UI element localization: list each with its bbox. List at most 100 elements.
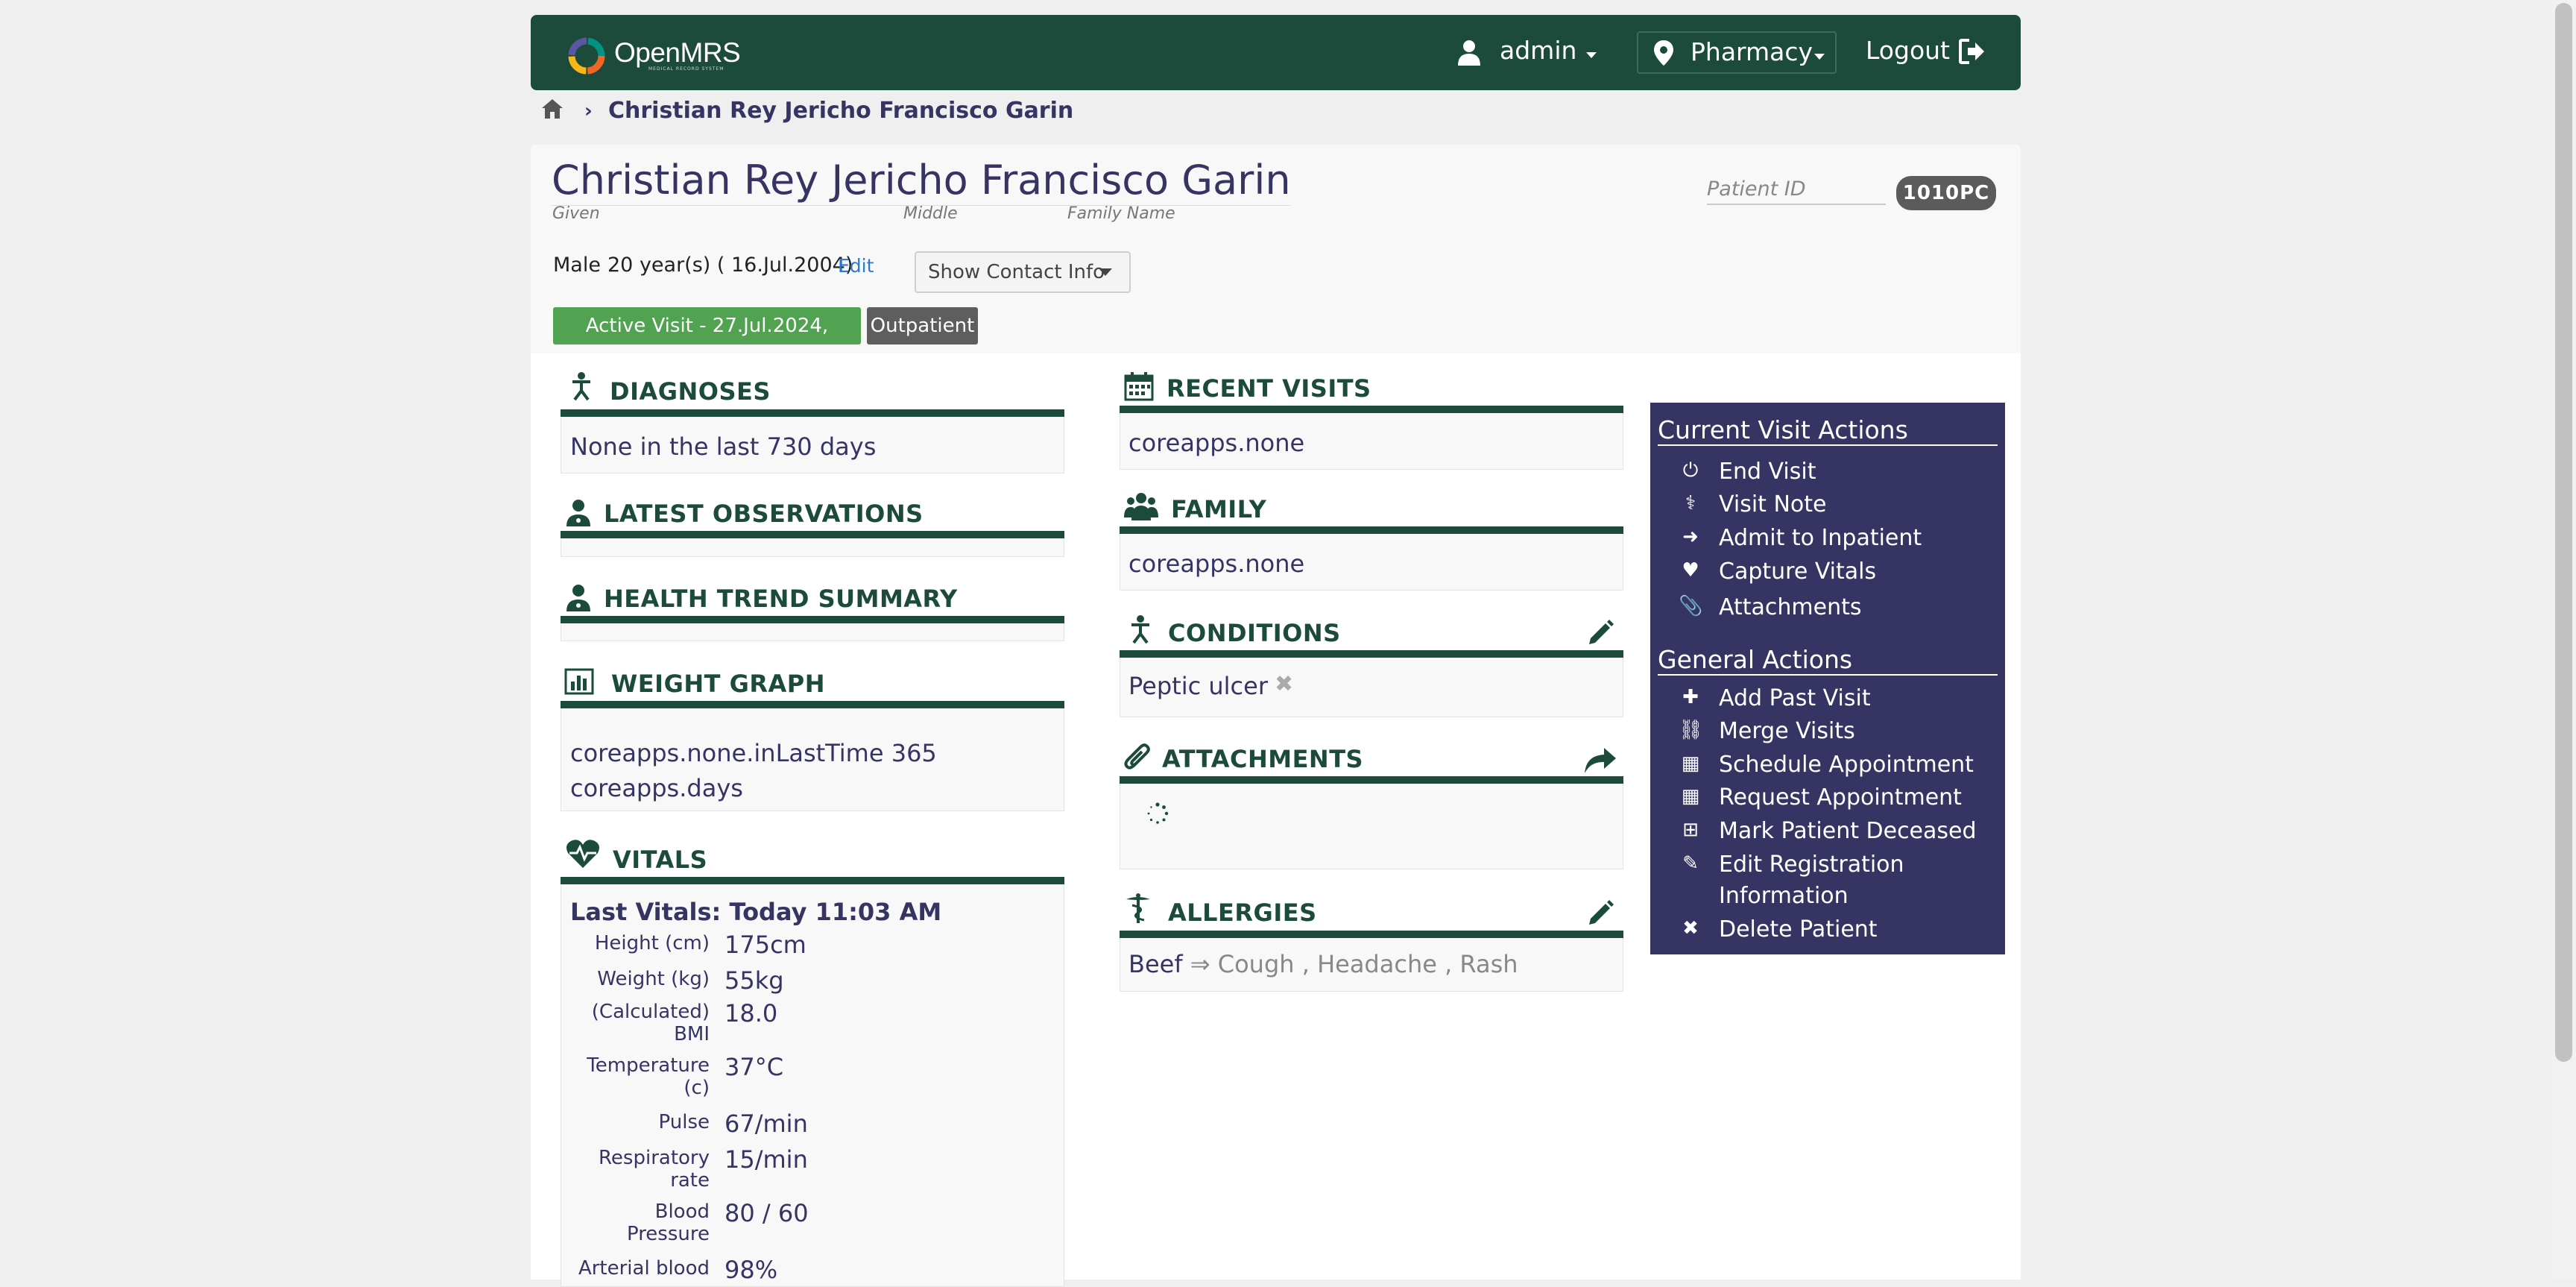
sidebar-action-label: Delete Patient [1719,916,1878,943]
caret-down-icon[interactable] [1099,268,1112,276]
share-icon[interactable] [1583,746,1617,775]
vital-label: Blood Pressure [561,1201,710,1245]
vital-value: 175cm [724,931,806,959]
patient-id-label: Patient ID [1707,177,1886,205]
logo-text[interactable]: OpenMRS [614,37,741,69]
vital-label-line2: (c) [684,1077,710,1099]
sidebar-action-admit-to-inpatient[interactable]: Admit to Inpatient [1719,523,1995,554]
divider [561,531,1064,538]
vital-label-line1: Arterial blood [578,1257,710,1280]
vital-value: 67/min [724,1110,808,1138]
user-md-icon [566,500,590,526]
weight-graph-line2: coreapps.days [570,774,743,802]
paperclip-icon [1124,743,1150,770]
sidebar-action-attachments[interactable]: Attachments [1719,592,1995,623]
sidebar-action-capture-vitals[interactable]: Capture Vitals [1719,556,1995,588]
divider [1120,931,1623,938]
sidebar-action-visit-note[interactable]: Visit Note [1719,489,1995,520]
patient-name: Christian Rey Jericho Francisco Garin [552,157,1291,206]
sidebar-action-label: Request Appointment [1719,784,1962,811]
location-label[interactable]: Pharmacy [1690,37,1813,66]
vital-value: 15/min [724,1145,808,1174]
attachments-title: ATTACHMENTS [1162,745,1364,773]
breadcrumb-current: Christian Rey Jericho Francisco Garin [608,98,1074,124]
vital-label-line2: Pressure [626,1223,710,1245]
vital-label: Weight (kg) [561,968,710,990]
caret-down-icon[interactable] [1586,52,1597,58]
divider [1120,406,1623,413]
sidebar-action-edit-registration[interactable]: Edit Registration Information [1719,849,1995,912]
vital-label: (Calculated) BMI [561,1001,710,1045]
pencil-icon: ✎ [1682,852,1699,875]
sidebar-action-merge-visits[interactable]: Merge Visits [1719,716,1995,747]
arrow-icon: ⇒ [1190,950,1210,978]
weight-graph-line1: coreapps.none.inLastTime 365 [570,739,937,767]
users-icon [1124,493,1158,520]
pencil-icon[interactable] [1588,619,1614,646]
caption-given: Given [552,204,600,223]
openmrs-logo-icon[interactable] [566,36,607,76]
weight-graph-title: WEIGHT GRAPH [611,670,825,698]
sidebar-action-label: Capture Vitals [1719,558,1877,585]
chevron-right-icon: › [584,100,593,122]
recent-visits-title: RECENT VISITS [1167,374,1371,403]
diagnoses-title: DIAGNOSES [610,377,771,406]
sidebar-action-schedule-appointment[interactable]: Schedule Appointment [1719,749,1995,781]
vital-label: Respiratory rate [561,1147,710,1192]
latest-observations-box [561,538,1064,557]
pencil-icon[interactable] [1588,899,1614,926]
sidebar-action-label: Edit Registration [1719,852,1904,878]
vital-value: 18.0 [724,999,778,1028]
scrollbar-thumb[interactable] [2555,3,2572,1062]
sidebar-action-mark-patient-deceased[interactable]: Mark Patient Deceased [1719,816,1995,847]
vital-label: Height (cm) [561,932,710,954]
user-md-icon [566,585,590,611]
allergen: Beef [1128,950,1183,978]
sidebar-action-label-line2: Information [1719,883,1849,909]
remove-condition-icon[interactable]: ✖ [1275,671,1293,697]
edit-demographics-link[interactable]: Edit [838,255,874,277]
vital-label-line2: rate [670,1169,710,1192]
sidebar-action-label: Attachments [1719,594,1862,620]
logout-link[interactable]: Logout [1866,36,1950,65]
last-vitals-heading: Last Vitals: Today 11:03 AM [570,898,942,926]
latest-observations-title: LATEST OBSERVATIONS [604,500,924,528]
vital-value: 55kg [724,966,784,995]
sidebar-action-delete-patient[interactable]: Delete Patient [1719,914,1995,945]
home-icon[interactable] [540,98,564,120]
diagnoses-text: None in the last 730 days [570,432,877,461]
times-icon: ✖ [1682,917,1699,940]
current-visit-actions-heading: Current Visit Actions [1658,415,1998,446]
sidebar-action-add-past-visit[interactable]: Add Past Visit [1719,683,1995,714]
paperclip-icon: 📎 [1679,595,1703,617]
family-text: coreapps.none [1128,550,1305,578]
divider [561,616,1064,623]
heartbeat-icon: ♥ [1682,559,1699,582]
vital-label-line2: BMI [674,1023,710,1045]
patient-id-badge: 1010PC [1896,176,1996,210]
vital-label-line1: Blood [654,1201,710,1223]
diagnosis-icon [572,372,590,401]
sidebar-action-request-appointment[interactable]: Request Appointment [1719,782,1995,814]
loading-spinner-icon [1147,802,1169,824]
vital-label-line1: Pulse [658,1111,710,1133]
sign-out-icon[interactable] [1959,39,1986,64]
divider [1120,650,1623,658]
allergy-reactions: Cough , Headache , Rash [1217,950,1518,978]
caption-family: Family Name [1067,204,1175,223]
active-visit-badge[interactable]: Active Visit - 27.Jul.2024, 11:01:20 [553,307,861,374]
power-icon: ⏻ [1682,459,1699,482]
vital-label: Temperature (c) [561,1054,710,1099]
divider [561,877,1064,884]
caret-down-icon[interactable] [1814,54,1825,60]
map-marker-icon [1654,40,1673,66]
user-icon [1458,40,1480,66]
sign-in-icon: ➜ [1682,526,1699,548]
health-trend-title: HEALTH TREND SUMMARY [604,585,958,613]
divider [561,409,1064,417]
user-menu[interactable]: admin [1500,36,1576,65]
divider [1120,776,1623,784]
vitals-title: VITALS [613,846,708,874]
vital-label-line1: Respiratory [599,1147,710,1169]
sidebar-action-end-visit[interactable]: End Visit [1719,456,1995,488]
